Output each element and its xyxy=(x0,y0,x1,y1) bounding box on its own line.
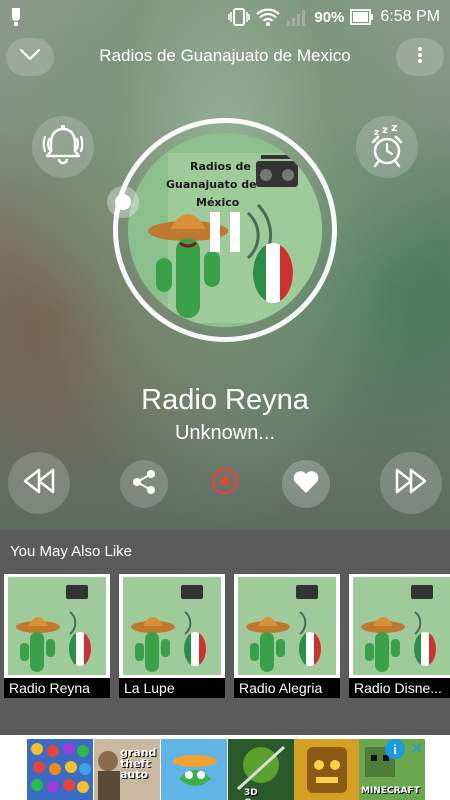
status-bar: 90% 6:58 PM xyxy=(0,0,450,34)
art-line-1: Radios de xyxy=(190,160,251,173)
share-button[interactable] xyxy=(120,460,168,508)
pause-button[interactable] xyxy=(200,210,250,254)
suggestions-section: You May Also Like Radio Reyna La Lupe Ra… xyxy=(0,530,450,735)
ad-banner[interactable]: grand theft auto 3D Games MINECRAFT i ✕ xyxy=(0,735,450,800)
notification-icon xyxy=(10,7,22,27)
player-header: Radios de Guanajuato de Mexico xyxy=(0,38,450,78)
heart-icon xyxy=(292,469,320,500)
wheres-my-water-tile[interactable] xyxy=(161,739,227,800)
suggestion-card[interactable]: Radio Reyna xyxy=(4,574,110,698)
song-artist: Unknown... xyxy=(174,422,276,444)
more-options-button[interactable] xyxy=(396,38,444,76)
battery-icon xyxy=(350,9,374,25)
station-thumbnail xyxy=(353,577,450,675)
svg-text:z: z xyxy=(382,125,388,136)
station-thumbnail xyxy=(123,577,221,675)
svg-text:z: z xyxy=(391,122,397,134)
share-icon xyxy=(131,469,157,500)
suggestion-card[interactable]: Radio Disne... xyxy=(349,574,450,698)
battery-percent: 90% xyxy=(314,8,345,26)
station-thumbnail xyxy=(238,577,336,675)
collapse-button[interactable] xyxy=(6,38,54,76)
station-thumbnail xyxy=(8,577,106,675)
ad-info-icon[interactable]: i xyxy=(385,739,405,759)
card-label: Radio Disne... xyxy=(349,678,450,698)
art-line-3: México xyxy=(196,196,240,209)
more-vertical-icon xyxy=(417,46,423,69)
sleep-timer-icon: z z z xyxy=(364,121,410,173)
progress-knob[interactable] xyxy=(107,186,139,218)
page-title: Radios de Guanajuato de Mexico xyxy=(99,46,351,65)
vibrate-icon xyxy=(228,7,251,27)
chevron-down-icon xyxy=(19,48,41,67)
ad-close-icon[interactable]: ✕ xyxy=(407,739,427,759)
wifi-icon xyxy=(256,7,281,27)
record-icon xyxy=(210,466,240,501)
rewind-icon xyxy=(22,468,56,499)
card-label: Radio Alegria xyxy=(234,678,340,698)
pause-icon-bar-right xyxy=(230,212,240,252)
song-title: Radio Reyna xyxy=(141,384,309,416)
sleep-timer-button[interactable]: z z z xyxy=(356,116,418,178)
card-label: Radio Reyna xyxy=(4,678,110,698)
suggestion-card[interactable]: Radio Alegria xyxy=(234,574,340,698)
art-line-2: Guanajuato de xyxy=(166,178,257,191)
fruit-ninja-tile[interactable]: 3D Games xyxy=(228,739,294,800)
alarm-bell-icon xyxy=(40,123,86,172)
signal-icon xyxy=(286,7,308,27)
section-title: You May Also Like xyxy=(10,543,133,560)
pause-icon-bar-left xyxy=(210,212,220,252)
gta-tile[interactable]: grand theft auto xyxy=(94,739,160,800)
card-label: La Lupe xyxy=(119,678,225,698)
clock: 6:58 PM xyxy=(380,8,440,25)
alarm-button[interactable] xyxy=(32,116,94,178)
favorite-button[interactable] xyxy=(282,460,330,508)
suggestion-card[interactable]: La Lupe xyxy=(119,574,225,698)
record-button[interactable] xyxy=(202,460,248,506)
candy-crush-tile[interactable] xyxy=(27,739,93,800)
rewind-button[interactable] xyxy=(8,452,70,514)
fast-forward-button[interactable] xyxy=(380,452,442,514)
temple-run-tile[interactable] xyxy=(294,739,360,800)
fast-forward-icon xyxy=(394,468,428,499)
